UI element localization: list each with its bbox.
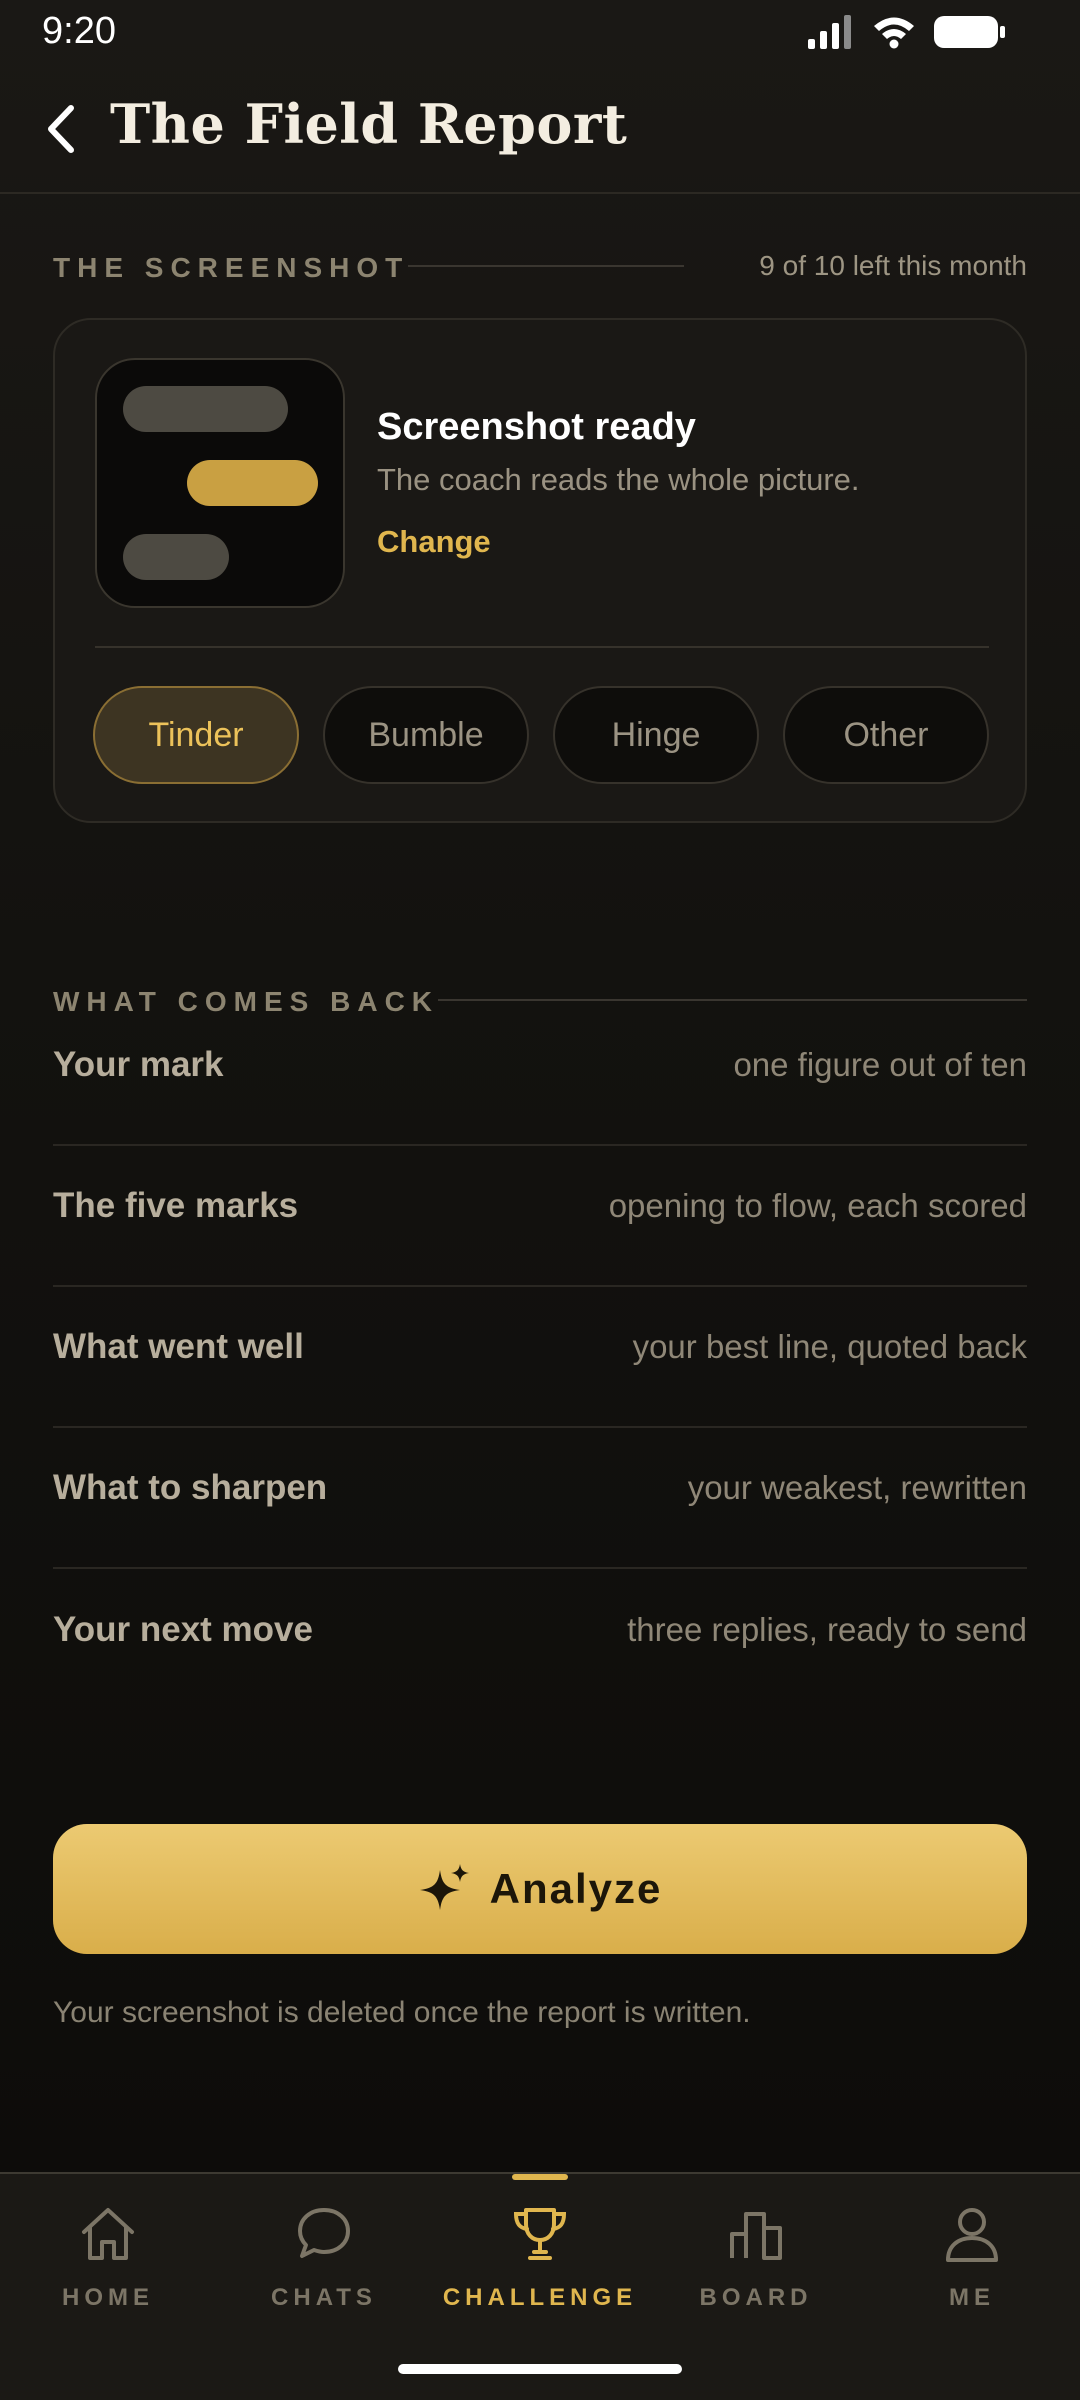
- change-screenshot-link[interactable]: Change: [377, 524, 491, 560]
- list-item-description: three replies, ready to send: [627, 1610, 1027, 1648]
- screenshot-thumbnail[interactable]: [95, 358, 345, 608]
- nav-item-home[interactable]: HOME: [0, 2202, 216, 2322]
- nav-item-board[interactable]: BOARD: [648, 2202, 864, 2322]
- list-item: What to sharpen your weakest, rewritten: [53, 1428, 1027, 1569]
- battery-icon: [934, 16, 1005, 48]
- chat-bubble-placeholder: [187, 460, 318, 506]
- nav-item-challenge[interactable]: CHALLENGE: [432, 2202, 648, 2322]
- section-divider: [408, 265, 684, 267]
- list-item: What went well your best line, quoted ba…: [53, 1287, 1027, 1428]
- home-indicator[interactable]: [398, 2364, 682, 2374]
- list-item-description: your best line, quoted back: [632, 1327, 1027, 1365]
- analyze-button[interactable]: Analyze: [53, 1824, 1027, 1954]
- platform-selector: Tinder Bumble Hinge Other: [93, 686, 989, 784]
- list-item-title: Your mark: [53, 1044, 224, 1084]
- list-item: The five marks opening to flow, each sco…: [53, 1146, 1027, 1287]
- screenshot-card: Screenshot ready The coach reads the who…: [53, 318, 1027, 823]
- person-icon: [946, 2208, 998, 2262]
- list-item-description: your weakest, rewritten: [687, 1468, 1027, 1506]
- section-divider: [438, 999, 1027, 1001]
- screenshot-status-title: Screenshot ready: [377, 406, 696, 448]
- trophy-icon: [513, 2208, 567, 2260]
- screenshot-quota-text: 9 of 10 left this month: [759, 250, 1027, 281]
- chat-icon: [298, 2208, 350, 2258]
- analyze-button-label: Analyze: [489, 1865, 663, 1912]
- bar-chart-icon: [730, 2212, 782, 2260]
- section-label-screenshot: THE SCREENSHOT: [53, 252, 410, 283]
- list-item-title: What went well: [53, 1326, 304, 1366]
- list-item-title: The five marks: [53, 1185, 299, 1225]
- chat-bubble-placeholder: [123, 534, 229, 580]
- wifi-icon: [874, 17, 914, 49]
- home-icon: [82, 2208, 134, 2260]
- card-divider: [95, 646, 989, 648]
- platform-chip-hinge[interactable]: Hinge: [553, 686, 759, 784]
- active-tab-indicator: [512, 2174, 568, 2180]
- chat-bubble-placeholder: [123, 386, 288, 432]
- page-title: The Field Report: [110, 92, 628, 156]
- back-button[interactable]: [30, 94, 90, 164]
- platform-chip-tinder[interactable]: Tinder: [93, 686, 299, 784]
- list-item-description: one figure out of ten: [733, 1045, 1027, 1083]
- platform-chip-other[interactable]: Other: [783, 686, 989, 784]
- status-bar: 9:20: [0, 0, 1080, 64]
- chevron-left-icon: [48, 105, 74, 153]
- list-item: Your next move three replies, ready to s…: [53, 1569, 1027, 1710]
- platform-chip-bumble[interactable]: Bumble: [323, 686, 529, 784]
- nav-label: CHATS: [271, 2284, 377, 2311]
- status-time: 9:20: [42, 10, 116, 52]
- list-item-title: Your next move: [53, 1609, 313, 1649]
- list-item-description: opening to flow, each scored: [608, 1186, 1027, 1224]
- status-icons: [808, 14, 1006, 50]
- nav-item-chats[interactable]: CHATS: [216, 2202, 432, 2322]
- nav-label: CHALLENGE: [442, 2284, 638, 2311]
- nav-item-me[interactable]: ME: [864, 2202, 1080, 2322]
- nav-label: ME: [949, 2284, 995, 2311]
- sparkles-icon: [419, 1864, 469, 1910]
- list-item-title: What to sharpen: [53, 1467, 328, 1507]
- nav-label: HOME: [62, 2284, 154, 2311]
- list-item: Your mark one figure out of ten: [53, 1005, 1027, 1146]
- results-list: Your mark one figure out of ten The five…: [53, 1005, 1027, 1710]
- app-header: The Field Report: [0, 64, 1080, 194]
- nav-label: BOARD: [699, 2284, 813, 2311]
- privacy-note: Your screenshot is deleted once the repo…: [53, 1996, 751, 2029]
- signal-icon: [808, 15, 851, 49]
- screenshot-status-subtitle: The coach reads the whole picture.: [377, 462, 860, 497]
